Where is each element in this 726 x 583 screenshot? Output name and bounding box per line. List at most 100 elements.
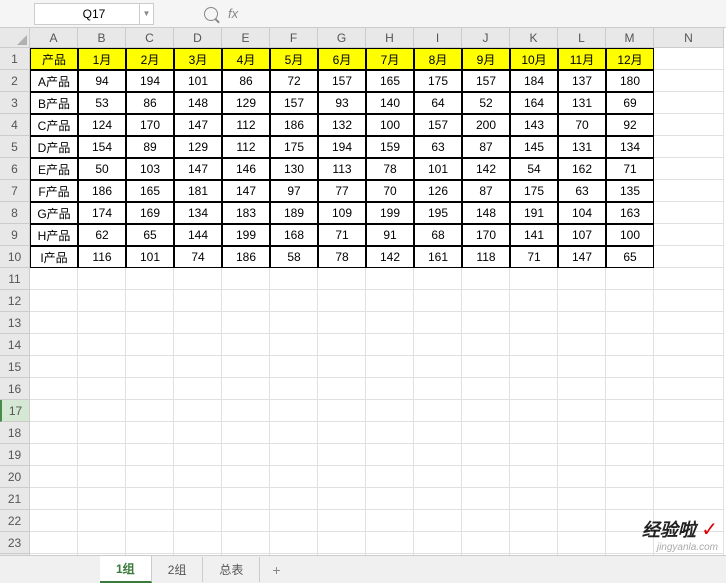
cell[interactable] xyxy=(174,312,222,334)
cell[interactable] xyxy=(318,422,366,444)
cell[interactable] xyxy=(270,334,318,356)
cell[interactable]: 116 xyxy=(78,246,126,268)
cell[interactable] xyxy=(174,510,222,532)
cell[interactable] xyxy=(318,400,366,422)
cell[interactable] xyxy=(558,444,606,466)
cell[interactable]: 165 xyxy=(366,70,414,92)
cell[interactable] xyxy=(462,290,510,312)
cell[interactable] xyxy=(270,400,318,422)
cell[interactable]: 9月 xyxy=(462,48,510,70)
cell[interactable] xyxy=(414,334,462,356)
cell[interactable] xyxy=(606,444,654,466)
cell[interactable] xyxy=(174,290,222,312)
cell[interactable] xyxy=(558,488,606,510)
cell[interactable] xyxy=(222,488,270,510)
cell[interactable] xyxy=(126,466,174,488)
cell[interactable] xyxy=(654,422,724,444)
cell[interactable] xyxy=(654,202,724,224)
cell[interactable] xyxy=(126,334,174,356)
row-header[interactable]: 9 xyxy=(0,224,30,246)
cell[interactable] xyxy=(174,268,222,290)
cell[interactable]: 180 xyxy=(606,70,654,92)
cell[interactable]: 91 xyxy=(366,224,414,246)
cell[interactable]: 170 xyxy=(126,114,174,136)
cell[interactable] xyxy=(654,400,724,422)
row-header[interactable]: 7 xyxy=(0,180,30,202)
cell[interactable]: 147 xyxy=(174,158,222,180)
column-header[interactable]: H xyxy=(366,28,414,48)
cell[interactable] xyxy=(654,268,724,290)
cell[interactable]: 126 xyxy=(414,180,462,202)
cell[interactable] xyxy=(558,290,606,312)
sheet-tab-2[interactable]: 2组 xyxy=(152,557,204,582)
cell[interactable]: 54 xyxy=(510,158,558,180)
cell[interactable] xyxy=(126,444,174,466)
cell[interactable] xyxy=(30,334,78,356)
cell[interactable] xyxy=(222,356,270,378)
cell[interactable] xyxy=(174,422,222,444)
cell[interactable] xyxy=(654,312,724,334)
cell[interactable]: 92 xyxy=(606,114,654,136)
cell[interactable]: 70 xyxy=(366,180,414,202)
cell[interactable]: 132 xyxy=(318,114,366,136)
cell[interactable] xyxy=(78,488,126,510)
column-header[interactable]: J xyxy=(462,28,510,48)
cell[interactable]: 70 xyxy=(558,114,606,136)
cell[interactable] xyxy=(414,466,462,488)
cell[interactable] xyxy=(126,378,174,400)
row-header[interactable]: 4 xyxy=(0,114,30,136)
cell[interactable]: G产品 xyxy=(30,202,78,224)
cell[interactable] xyxy=(510,466,558,488)
cell[interactable] xyxy=(606,334,654,356)
cell[interactable]: 78 xyxy=(366,158,414,180)
fx-icon[interactable]: fx xyxy=(228,6,238,21)
row-header[interactable]: 6 xyxy=(0,158,30,180)
cell[interactable] xyxy=(270,488,318,510)
cell[interactable]: 186 xyxy=(222,246,270,268)
cell[interactable] xyxy=(606,356,654,378)
cell[interactable] xyxy=(78,290,126,312)
cell[interactable] xyxy=(30,268,78,290)
cell[interactable] xyxy=(366,312,414,334)
cell[interactable] xyxy=(510,268,558,290)
cell[interactable]: 194 xyxy=(318,136,366,158)
cell[interactable] xyxy=(366,378,414,400)
cell[interactable] xyxy=(78,334,126,356)
cell[interactable]: 157 xyxy=(414,114,462,136)
cell[interactable]: 131 xyxy=(558,92,606,114)
cell[interactable]: 135 xyxy=(606,180,654,202)
cell[interactable] xyxy=(174,356,222,378)
cell[interactable] xyxy=(654,70,724,92)
column-header[interactable]: I xyxy=(414,28,462,48)
cell[interactable]: 109 xyxy=(318,202,366,224)
cell[interactable]: 147 xyxy=(174,114,222,136)
cell[interactable] xyxy=(78,378,126,400)
row-header[interactable]: 5 xyxy=(0,136,30,158)
cell[interactable] xyxy=(654,224,724,246)
cell[interactable] xyxy=(318,444,366,466)
cell[interactable] xyxy=(654,136,724,158)
cell[interactable]: 86 xyxy=(126,92,174,114)
cell[interactable] xyxy=(654,158,724,180)
cell[interactable] xyxy=(414,400,462,422)
cell[interactable] xyxy=(510,378,558,400)
cell[interactable]: 147 xyxy=(222,180,270,202)
cell[interactable] xyxy=(654,246,724,268)
cell[interactable]: 97 xyxy=(270,180,318,202)
cell[interactable]: 93 xyxy=(318,92,366,114)
column-header[interactable]: D xyxy=(174,28,222,48)
cell[interactable] xyxy=(318,532,366,554)
name-box-dropdown[interactable]: ▼ xyxy=(139,4,153,24)
cell[interactable] xyxy=(414,488,462,510)
cell[interactable] xyxy=(174,488,222,510)
cell[interactable]: 168 xyxy=(270,224,318,246)
cell[interactable]: 146 xyxy=(222,158,270,180)
cell[interactable]: 164 xyxy=(510,92,558,114)
cell[interactable]: 11月 xyxy=(558,48,606,70)
cell[interactable]: 129 xyxy=(174,136,222,158)
cell[interactable] xyxy=(462,268,510,290)
cell[interactable] xyxy=(318,466,366,488)
cell[interactable]: 174 xyxy=(78,202,126,224)
sheet-tab-1[interactable]: 1组 xyxy=(100,556,152,583)
cell[interactable]: A产品 xyxy=(30,70,78,92)
